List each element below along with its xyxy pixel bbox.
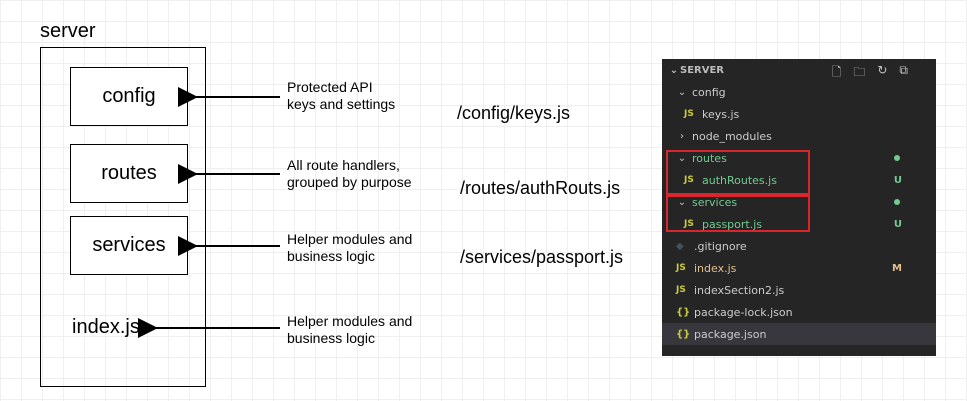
services-desc-line2: business logic <box>287 248 375 264</box>
file-item[interactable]: {} package.json <box>662 323 936 345</box>
item-name: indexSection2.js <box>694 283 785 297</box>
item-name: config <box>692 85 726 99</box>
json-file-icon: {} <box>676 306 691 318</box>
config-description: Protected API keys and settings <box>287 79 395 113</box>
git-status-badge: M <box>892 262 902 274</box>
services-description: Helper modules and business logic <box>287 231 412 265</box>
js-file-icon: JS <box>676 285 686 295</box>
git-status-badge: U <box>893 218 902 230</box>
file-item[interactable]: JS keys.js <box>662 103 936 125</box>
index-description: Helper modules and business logic <box>287 313 412 347</box>
file-item[interactable]: ◆ .gitignore <box>662 235 936 257</box>
file-explorer-panel: ⌄ SERVER 🗋 🗀 ↻ ⧉ ⌄ config JS keys.js › node_m… <box>662 59 936 356</box>
modified-dot-icon <box>894 199 900 205</box>
json-file-icon: {} <box>676 328 691 340</box>
chevron-right-icon: › <box>680 130 684 142</box>
services-desc-line1: Helper modules and <box>287 231 413 247</box>
item-name: node_modules <box>692 129 772 143</box>
js-file-icon: JS <box>676 263 686 273</box>
item-name: package-lock.json <box>694 305 793 319</box>
git-file-icon: ◆ <box>676 240 684 252</box>
folder-item[interactable]: › node_modules <box>662 125 936 147</box>
file-item[interactable]: {} package-lock.json <box>662 301 936 323</box>
routes-desc-line1: All route handlers, <box>287 157 400 173</box>
config-desc-line2: keys and settings <box>287 96 396 112</box>
config-desc-line1: Protected API <box>287 79 373 95</box>
services-path: /services/passport.js <box>460 247 624 267</box>
file-item[interactable]: JS indexSection2.js <box>662 279 936 301</box>
file-item[interactable]: JS index.js M <box>662 257 936 279</box>
routes-desc-line2: grouped by purpose <box>287 174 412 190</box>
js-file-icon: JS <box>684 109 694 119</box>
explorer-title: SERVER <box>680 64 725 76</box>
services-highlight-frame <box>666 195 810 232</box>
config-path: /config/keys.js <box>457 103 571 123</box>
git-status-badge: U <box>893 174 902 186</box>
index-desc-line2: business logic <box>287 330 375 346</box>
chevron-down-icon: ⌄ <box>669 64 679 76</box>
routes-description: All route handlers, grouped by purpose <box>287 157 412 191</box>
folder-item[interactable]: ⌄ config <box>662 81 936 103</box>
item-name: index.js <box>694 261 737 275</box>
index-desc-line1: Helper modules and <box>287 313 413 329</box>
routes-highlight-frame <box>666 150 810 195</box>
modified-dot-icon <box>894 155 900 161</box>
routes-path: /routes/authRouts.js <box>460 178 621 198</box>
item-name: keys.js <box>702 107 740 121</box>
item-name: .gitignore <box>694 239 747 253</box>
item-name: package.json <box>694 327 767 341</box>
chevron-down-icon: ⌄ <box>677 86 687 98</box>
